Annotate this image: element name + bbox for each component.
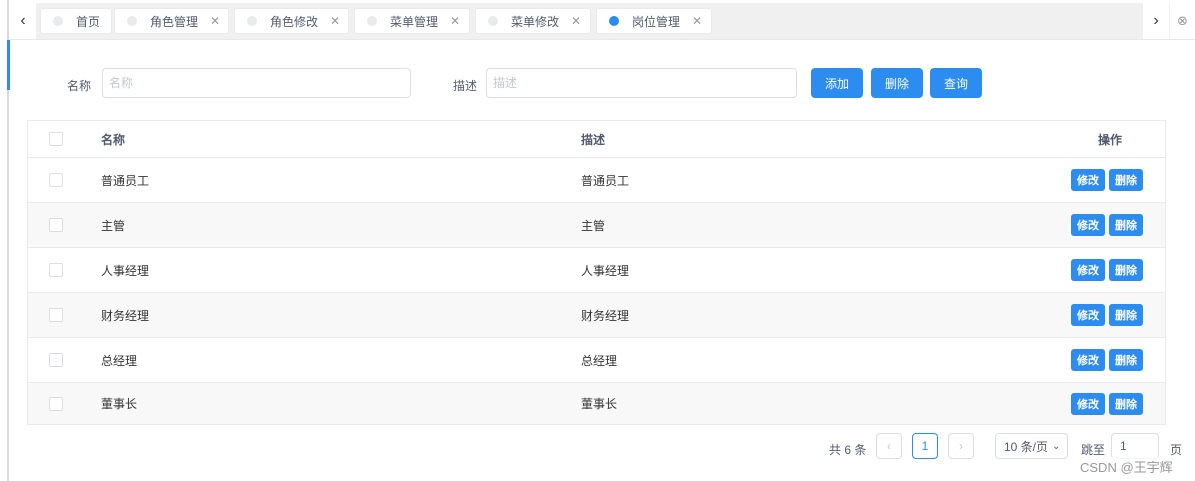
cell-name: 总经理 [101, 353, 138, 368]
edit-button[interactable]: 修改 [1071, 349, 1105, 371]
row-checkbox[interactable] [49, 308, 63, 322]
tab-label: 菜单修改 [511, 14, 560, 29]
cell-desc: 主管 [581, 218, 606, 233]
desc-label: 描述 [453, 79, 478, 93]
tabs-scroll-right-icon[interactable]: › [1143, 3, 1169, 39]
page-size-select[interactable]: 10 条/页 ⌄ [995, 433, 1068, 459]
row-checkbox[interactable] [49, 353, 63, 367]
cell-name: 普通员工 [101, 173, 150, 188]
edit-button[interactable]: 修改 [1071, 392, 1105, 415]
cell-name: 财务经理 [101, 308, 150, 323]
row-checkbox[interactable] [49, 218, 63, 232]
tab-label: 首页 [76, 14, 101, 29]
close-icon[interactable]: ✕ [330, 14, 340, 28]
row-actions: 修改 删除 [1071, 392, 1143, 415]
edit-button[interactable]: 修改 [1071, 169, 1105, 191]
position-table: 名称 描述 操作 普通员工 普通员工 修改 删除 主管 主管 修改 删除 人事经… [27, 120, 1166, 425]
page-item-current[interactable]: 1 [912, 433, 938, 459]
tab-menu-edit[interactable]: 菜单修改 ✕ [475, 8, 591, 34]
watermark: CSDN @王宇辉 [1080, 457, 1173, 476]
chevron-down-icon: ⌄ [1052, 440, 1061, 452]
tab-label: 菜单管理 [390, 14, 439, 29]
row-delete-button[interactable]: 删除 [1109, 392, 1143, 415]
desc-input[interactable] [486, 68, 797, 98]
edit-button[interactable]: 修改 [1071, 214, 1105, 236]
cell-desc: 普通员工 [581, 173, 630, 188]
close-icon[interactable]: ✕ [692, 14, 702, 28]
cell-name: 董事长 [101, 397, 138, 411]
row-checkbox[interactable] [49, 396, 63, 411]
row-checkbox[interactable] [49, 173, 63, 187]
name-input[interactable] [102, 68, 411, 98]
pagination-total: 共 6 条 [829, 443, 867, 457]
cell-name: 主管 [101, 218, 126, 233]
tabs-scroll-left-icon[interactable]: ‹ [10, 3, 36, 39]
cell-desc: 总经理 [581, 353, 618, 368]
row-actions: 修改 删除 [1071, 349, 1143, 371]
tab-label: 角色管理 [150, 14, 199, 29]
column-header-desc: 描述 [581, 132, 606, 147]
cell-desc: 财务经理 [581, 308, 630, 323]
close-all-tabs-icon[interactable]: ⊗ [1170, 3, 1195, 39]
tab-status-dot [609, 16, 619, 26]
row-checkbox[interactable] [49, 263, 63, 277]
table-row: 普通员工 普通员工 修改 删除 [28, 158, 1165, 203]
edit-button[interactable]: 修改 [1071, 304, 1105, 326]
page-size-value: 10 条/页 [1004, 439, 1049, 454]
tabs-bar: ‹ 首页 角色管理 ✕ 角色修改 ✕ 菜单管理 ✕ 菜单修改 ✕ 岗位管理 ✕ … [10, 3, 1195, 40]
table-row: 主管 主管 修改 删除 [28, 203, 1165, 248]
tab-status-dot [367, 16, 377, 26]
cell-desc: 人事经理 [581, 263, 630, 278]
tab-home[interactable]: 首页 [40, 8, 112, 34]
select-all-checkbox[interactable] [49, 132, 63, 146]
tab-menu-management[interactable]: 菜单管理 ✕ [354, 8, 470, 34]
prev-page-icon[interactable]: ‹ [876, 433, 902, 459]
add-button[interactable]: 添加 [811, 68, 863, 98]
tab-label: 角色修改 [270, 14, 319, 29]
tab-position-management[interactable]: 岗位管理 ✕ [596, 8, 712, 34]
cell-desc: 董事长 [581, 397, 618, 411]
column-header-name: 名称 [101, 132, 126, 147]
tab-role-edit[interactable]: 角色修改 ✕ [234, 8, 349, 34]
row-delete-button[interactable]: 删除 [1109, 349, 1143, 371]
table-header: 名称 描述 操作 [28, 121, 1165, 158]
row-delete-button[interactable]: 删除 [1109, 214, 1143, 236]
table-row: 财务经理 财务经理 修改 删除 [28, 293, 1165, 338]
tab-status-dot [53, 16, 63, 26]
tab-status-dot [247, 16, 257, 26]
table-row: 总经理 总经理 修改 删除 [28, 338, 1165, 383]
column-header-actions: 操作 [1098, 132, 1123, 147]
close-icon[interactable]: ✕ [571, 14, 581, 28]
row-actions: 修改 删除 [1071, 214, 1143, 236]
tab-status-dot [127, 16, 137, 26]
row-actions: 修改 删除 [1071, 169, 1143, 191]
row-delete-button[interactable]: 删除 [1109, 304, 1143, 326]
edit-button[interactable]: 修改 [1071, 259, 1105, 281]
tab-label: 岗位管理 [632, 14, 681, 29]
table-row: 董事长 董事长 修改 删除 [28, 383, 1165, 424]
row-actions: 修改 删除 [1071, 259, 1143, 281]
delete-button[interactable]: 删除 [871, 68, 923, 98]
row-actions: 修改 删除 [1071, 304, 1143, 326]
tab-status-dot [488, 16, 498, 26]
jump-page-input[interactable] [1111, 433, 1159, 459]
tab-role-management[interactable]: 角色管理 ✕ [114, 8, 229, 34]
name-label: 名称 [67, 79, 92, 93]
query-button[interactable]: 查询 [930, 68, 982, 98]
row-delete-button[interactable]: 删除 [1109, 259, 1143, 281]
close-icon[interactable]: ✕ [210, 14, 220, 28]
next-page-icon[interactable]: › [948, 433, 974, 459]
left-accent [7, 40, 10, 90]
jump-label: 跳至 [1081, 443, 1106, 457]
close-icon[interactable]: ✕ [450, 14, 460, 28]
cell-name: 人事经理 [101, 263, 150, 278]
page-suffix: 页 [1170, 443, 1183, 457]
table-row: 人事经理 人事经理 修改 删除 [28, 248, 1165, 293]
row-delete-button[interactable]: 删除 [1109, 169, 1143, 191]
